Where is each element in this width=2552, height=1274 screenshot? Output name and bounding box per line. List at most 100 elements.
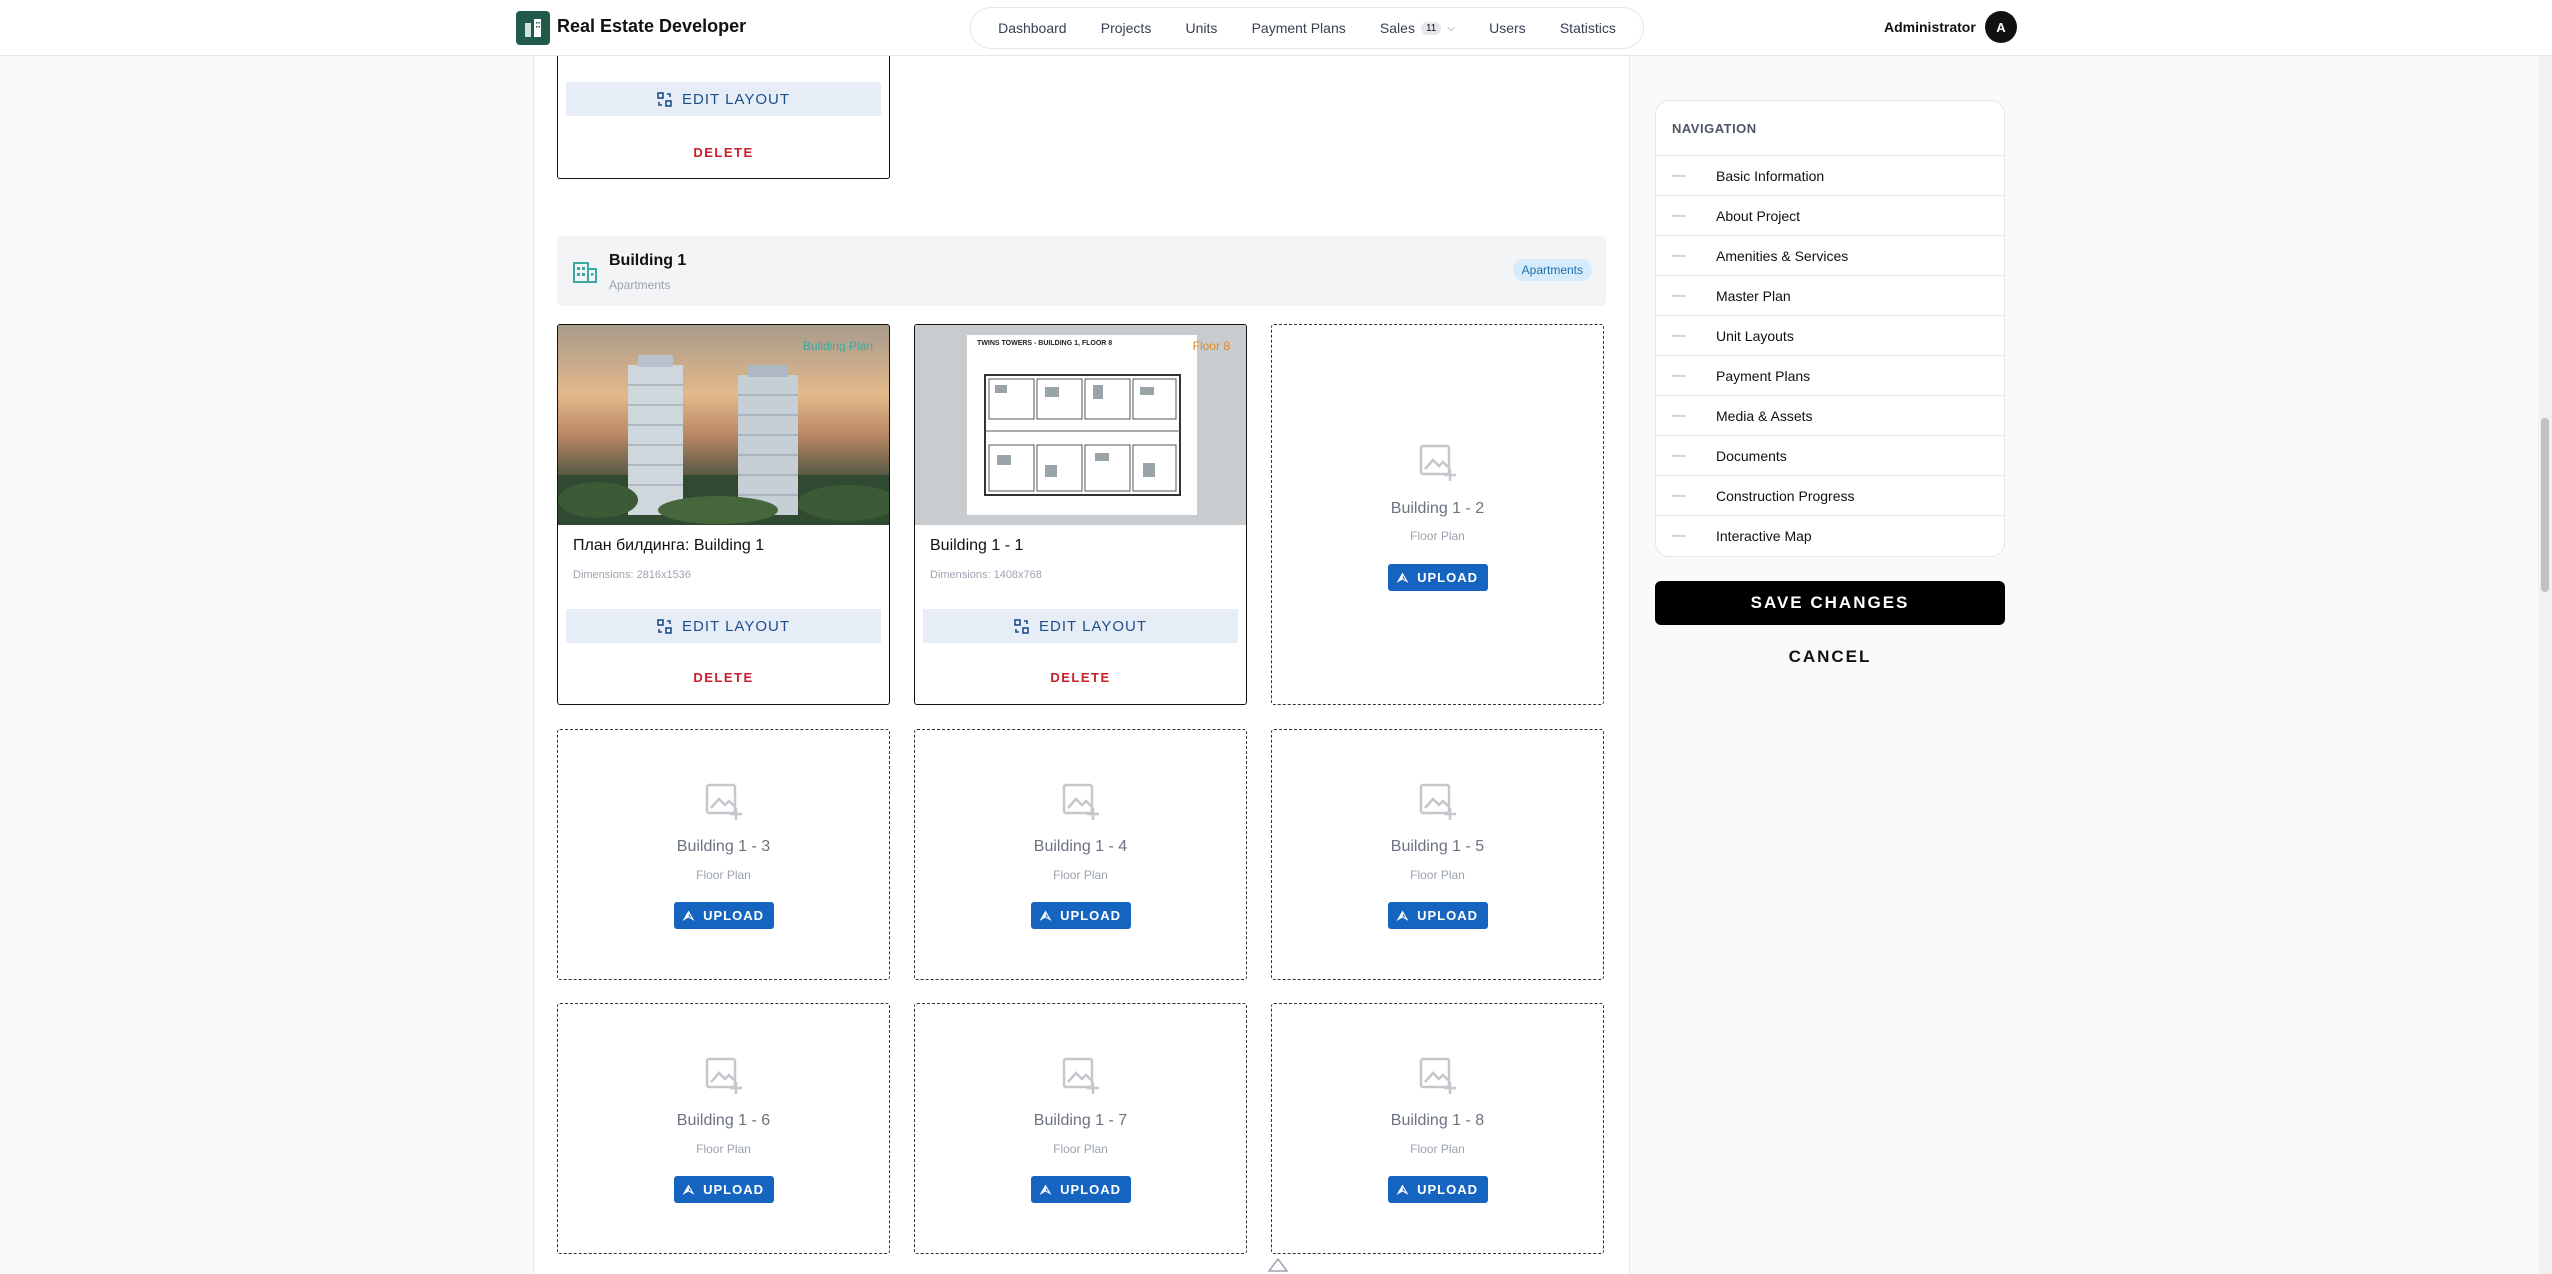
sidebar-item-label: Master Plan — [1716, 287, 1791, 304]
nav-payment-plans[interactable]: Payment Plans — [1252, 20, 1346, 36]
drag-handle-icon[interactable]: ━━ — [1656, 529, 1716, 543]
drag-handle-icon[interactable]: ━━ — [1656, 289, 1716, 303]
drag-handle-icon[interactable]: ━━ — [1656, 249, 1716, 263]
upload-slot[interactable]: Building 1 - 4 Floor Plan ⮙ UPLOAD — [914, 729, 1247, 980]
nav-dashboard[interactable]: Dashboard — [998, 20, 1067, 36]
upload-slot[interactable]: Building 1 - 7 Floor Plan ⮙ UPLOAD — [914, 1003, 1247, 1254]
app-logo[interactable] — [516, 11, 550, 45]
user-name: Administrator — [1884, 19, 1976, 35]
slot-name: Building 1 - 7 — [1033, 1112, 1128, 1129]
edit-layout-label: EDIT LAYOUT — [1039, 617, 1147, 635]
layout-edit-icon — [657, 618, 672, 634]
nav-sales[interactable]: Sales 11 ⌵ — [1380, 20, 1455, 36]
upload-button[interactable]: ⮙ UPLOAD — [1387, 564, 1488, 591]
drag-handle-icon[interactable]: ━━ — [1656, 169, 1716, 183]
slot-subtitle: Floor Plan — [696, 868, 751, 882]
sidebar-item-interactive-map[interactable]: ━━ Interactive Map — [1656, 516, 2004, 556]
building-section-header: Building 1 Apartments Apartments — [557, 236, 1606, 306]
sidebar-item-master-plan[interactable]: ━━ Master Plan — [1656, 276, 2004, 316]
sidebar-item-label: About Project — [1716, 207, 1801, 224]
sidebar-item-amenities[interactable]: ━━ Amenities & Services — [1656, 236, 2004, 276]
floor-plan-image[interactable]: TWINS TOWERS - BUILDING 1, FLOOR 8 Floor… — [915, 325, 1246, 525]
upload-button[interactable]: ⮙ UPLOAD — [1387, 1176, 1488, 1203]
sidebar-item-label: Payment Plans — [1716, 367, 1811, 384]
avatar[interactable]: A — [1985, 11, 2017, 43]
drag-handle-icon[interactable]: ━━ — [1656, 329, 1716, 343]
chevron-down-icon: ⌵ — [1447, 22, 1455, 34]
add-image-icon — [705, 783, 742, 820]
nav-units[interactable]: Units — [1186, 20, 1218, 36]
slot-subtitle: Floor Plan — [696, 1142, 751, 1156]
nav-users[interactable]: Users — [1489, 20, 1526, 36]
upload-label: UPLOAD — [703, 908, 764, 923]
layout-name: План билдинга: Building 1 — [573, 537, 765, 554]
page-scrollbar[interactable] — [2538, 0, 2552, 1274]
upload-button[interactable]: ⮙ UPLOAD — [673, 902, 774, 929]
cancel-button[interactable]: CANCEL — [1655, 647, 2005, 667]
upload-slot[interactable]: Building 1 - 2 Floor Plan ⮙ UPLOAD — [1271, 324, 1604, 705]
floor-plan-title: TWINS TOWERS - BUILDING 1, FLOOR 8 — [977, 340, 1113, 347]
upload-icon: ⮙ — [1397, 569, 1410, 585]
upload-button[interactable]: ⮙ UPLOAD — [673, 1176, 774, 1203]
building-render-image[interactable]: Building Plan — [558, 325, 889, 525]
upload-icon: ⮙ — [1040, 907, 1053, 923]
layout-dimensions: Dimensions: 2816x1536 — [573, 569, 692, 581]
sidebar-item-label: Basic Information — [1716, 167, 1825, 184]
save-changes-button[interactable]: SAVE CHANGES — [1655, 581, 2005, 625]
scrollbar-thumb[interactable] — [2541, 418, 2549, 592]
warning-triangle-icon — [1268, 1258, 1288, 1272]
upload-slot[interactable]: Building 1 - 6 Floor Plan ⮙ UPLOAD — [557, 1003, 890, 1254]
nav-projects[interactable]: Projects — [1101, 20, 1152, 36]
sidebar-item-payment-plans[interactable]: ━━ Payment Plans — [1656, 356, 2004, 396]
edit-layout-button[interactable]: EDIT LAYOUT — [923, 609, 1238, 643]
top-header: Real Estate Developer Dashboard Projects… — [0, 0, 2552, 56]
app-title[interactable]: Real Estate Developer — [557, 16, 746, 37]
delete-button[interactable]: DELETE — [558, 670, 889, 685]
sidebar-item-about-project[interactable]: ━━ About Project — [1656, 196, 2004, 236]
upload-slot[interactable]: Building 1 - 8 Floor Plan ⮙ UPLOAD — [1271, 1003, 1604, 1254]
drag-handle-icon[interactable]: ━━ — [1656, 409, 1716, 423]
slot-name: Building 1 - 8 — [1390, 1112, 1485, 1129]
edit-layout-button[interactable]: EDIT LAYOUT — [566, 609, 881, 643]
slot-subtitle: Floor Plan — [1410, 868, 1465, 882]
edit-layout-button[interactable]: EDIT LAYOUT — [566, 82, 881, 116]
layout-card-floor-1: TWINS TOWERS - BUILDING 1, FLOOR 8 Floor… — [914, 324, 1247, 705]
sidebar-item-construction-progress[interactable]: ━━ Construction Progress — [1656, 476, 2004, 516]
add-image-icon — [1062, 1057, 1099, 1094]
nav-statistics[interactable]: Statistics — [1560, 20, 1616, 36]
drag-handle-icon[interactable]: ━━ — [1656, 489, 1716, 503]
layout-card-building-plan: Building Plan План билдинга: Building 1 … — [557, 324, 890, 705]
upload-slot[interactable]: Building 1 - 5 Floor Plan ⮙ UPLOAD — [1271, 729, 1604, 980]
upload-icon: ⮙ — [683, 907, 696, 923]
drag-handle-icon[interactable]: ━━ — [1656, 209, 1716, 223]
slot-name: Building 1 - 5 — [1390, 838, 1485, 855]
upload-icon: ⮙ — [1397, 907, 1410, 923]
edit-layout-label: EDIT LAYOUT — [682, 90, 790, 108]
image-tag: Building Plan — [802, 339, 873, 353]
upload-button[interactable]: ⮙ UPLOAD — [1387, 902, 1488, 929]
building-type-badge: Apartments — [1512, 259, 1592, 281]
upload-icon: ⮙ — [1040, 1181, 1053, 1197]
sidebar-item-basic-information[interactable]: ━━ Basic Information — [1656, 156, 2004, 196]
delete-button[interactable]: DELETE — [915, 670, 1246, 685]
drag-handle-icon[interactable]: ━━ — [1656, 369, 1716, 383]
sidebar-item-documents[interactable]: ━━ Documents — [1656, 436, 2004, 476]
sidebar-item-unit-layouts[interactable]: ━━ Unit Layouts — [1656, 316, 2004, 356]
upload-button[interactable]: ⮙ UPLOAD — [1030, 902, 1131, 929]
sidebar-item-label: Media & Assets — [1716, 407, 1813, 424]
add-image-icon — [1062, 783, 1099, 820]
add-image-icon — [1419, 783, 1456, 820]
add-image-icon — [1419, 444, 1456, 481]
delete-button[interactable]: DELETE — [558, 145, 889, 160]
drag-handle-icon[interactable]: ━━ — [1656, 449, 1716, 463]
upload-label: UPLOAD — [1417, 570, 1478, 585]
slot-name: Building 1 - 6 — [676, 1112, 771, 1129]
upload-button[interactable]: ⮙ UPLOAD — [1030, 1176, 1131, 1203]
building-icon — [573, 262, 597, 283]
upload-label: UPLOAD — [1417, 908, 1478, 923]
layout-card-partial: EDIT LAYOUT DELETE — [557, 40, 890, 179]
sidebar-item-media-assets[interactable]: ━━ Media & Assets — [1656, 396, 2004, 436]
upload-slot[interactable]: Building 1 - 3 Floor Plan ⮙ UPLOAD — [557, 729, 890, 980]
layout-edit-icon — [1014, 618, 1029, 634]
nav-sales-label: Sales — [1379, 20, 1415, 36]
